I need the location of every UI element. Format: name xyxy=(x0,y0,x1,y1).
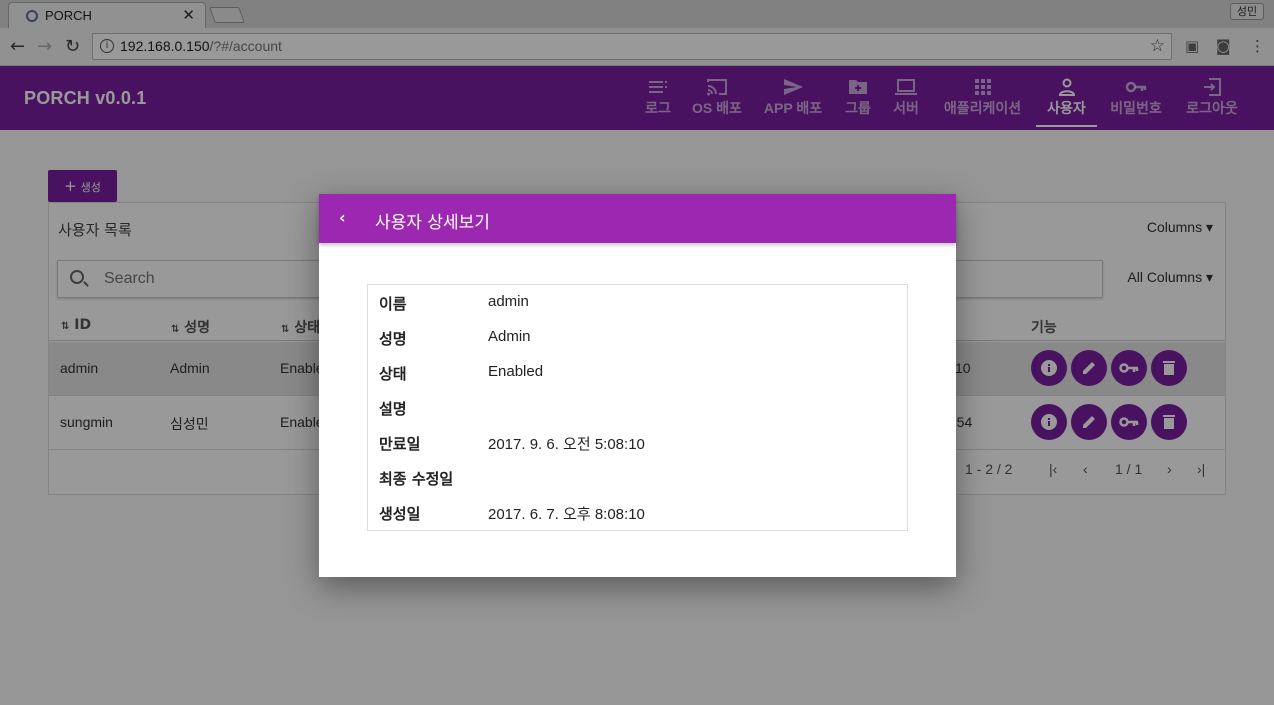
detail-row: 만료일 2017. 9. 6. 오전 5:08:10 xyxy=(368,425,907,460)
detail-value: Enabled xyxy=(488,363,544,380)
back-chevron-icon[interactable]: ‹ xyxy=(339,208,346,227)
detail-value: 2017. 9. 6. 오전 5:08:10 xyxy=(488,436,645,453)
detail-value: Admin xyxy=(488,328,531,345)
detail-label: 상태 xyxy=(379,365,407,383)
detail-label: 성명 xyxy=(379,330,407,348)
detail-row: 이름 admin xyxy=(368,285,907,320)
user-detail-dialog: ‹ 사용자 상세보기 이름 admin 성명 Admin 상태 Enabled … xyxy=(319,194,956,577)
detail-table: 이름 admin 성명 Admin 상태 Enabled 설명 만료일 2017… xyxy=(367,284,908,531)
detail-row: 설명 xyxy=(368,390,907,425)
detail-label: 만료일 xyxy=(379,435,421,453)
detail-value: admin xyxy=(488,293,529,310)
dialog-title: 사용자 상세보기 xyxy=(375,213,490,233)
detail-label: 이름 xyxy=(379,295,407,313)
detail-row: 생성일 2017. 6. 7. 오후 8:08:10 xyxy=(368,495,907,530)
detail-label: 최종 수정일 xyxy=(379,470,454,488)
detail-label: 생성일 xyxy=(379,505,421,523)
detail-row: 성명 Admin xyxy=(368,320,907,355)
dialog-header: ‹ 사용자 상세보기 xyxy=(319,194,956,243)
detail-value: 2017. 6. 7. 오후 8:08:10 xyxy=(488,506,645,523)
detail-label: 설명 xyxy=(379,400,407,418)
detail-row: 최종 수정일 xyxy=(368,460,907,495)
detail-row: 상태 Enabled xyxy=(368,355,907,390)
